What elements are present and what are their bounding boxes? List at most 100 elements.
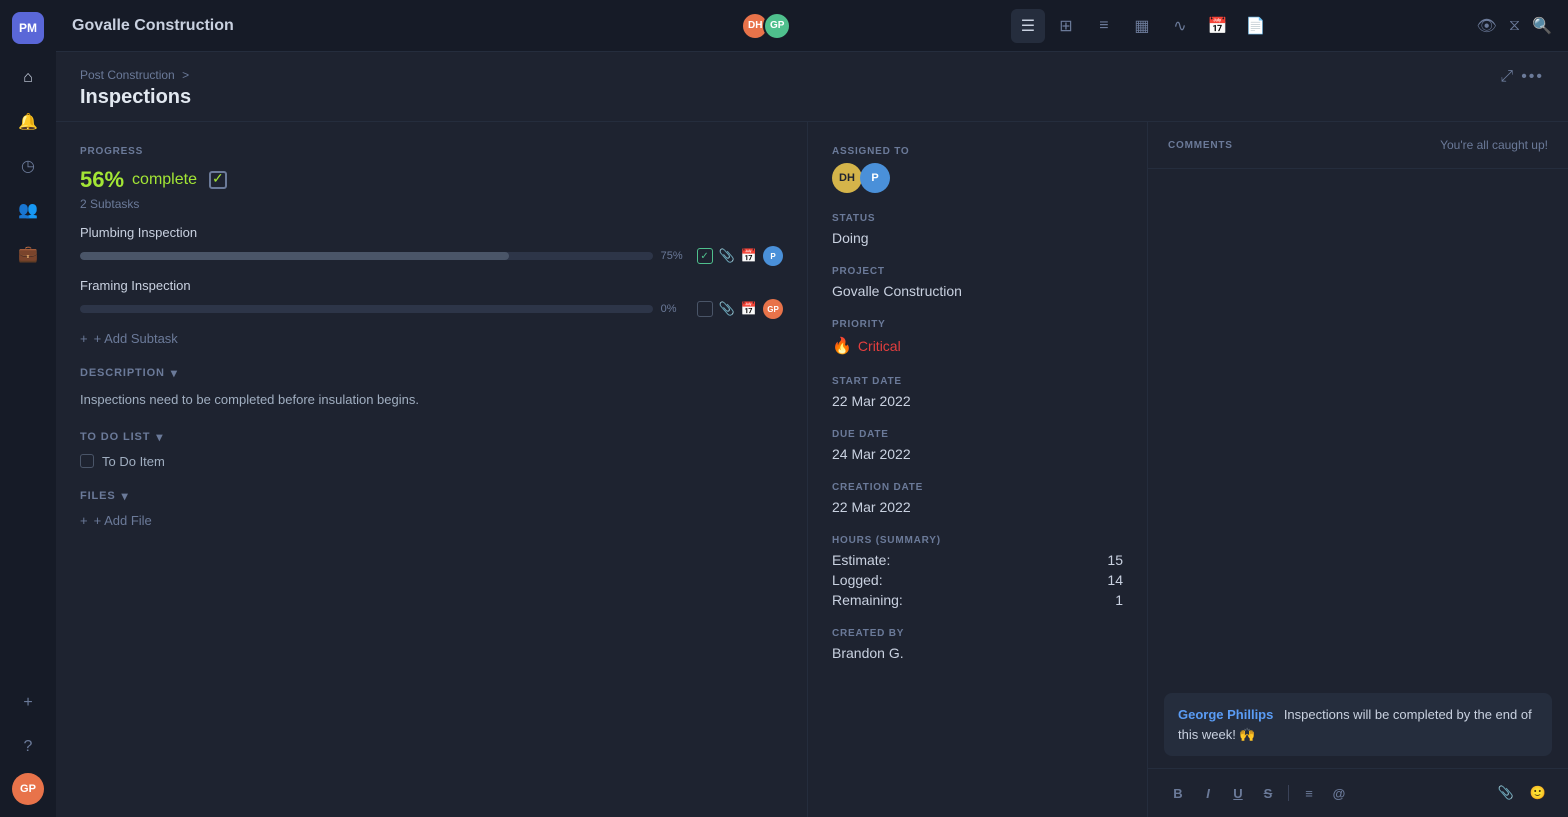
add-subtask-btn[interactable]: + + Add Subtask [80, 331, 783, 346]
priority-value: Critical [858, 338, 901, 354]
mention-btn[interactable]: @ [1325, 779, 1353, 807]
list-view-btn[interactable]: ☰ [1011, 9, 1045, 43]
subtask-item-framing: Framing Inspection 0% 📎 📅 GP [80, 278, 783, 319]
comment-toolbar-right: 📎 🙂 [1492, 779, 1552, 807]
comments-caught-up: You're all caught up! [1440, 138, 1548, 152]
sidebar-item-home[interactable]: ⌂ [10, 60, 46, 96]
subtask-icons-plumbing: ✓ 📎 📅 P [697, 246, 783, 266]
progress-percent: 56% [80, 167, 124, 193]
app-logo[interactable]: PM [12, 12, 44, 44]
comment-bubble: George Phillips Inspections will be comp… [1164, 693, 1552, 756]
subtask-attach-icon-plumbing[interactable]: 📎 [719, 248, 735, 264]
progress-label: PROGRESS [80, 146, 783, 157]
creation-date-label: CREATION DATE [832, 482, 1123, 493]
assignee-avatar-dh[interactable]: DH [832, 163, 862, 193]
subtask-name-plumbing: Plumbing Inspection [80, 225, 783, 240]
meta-due-date: DUE DATE 24 Mar 2022 [832, 429, 1123, 462]
files-header[interactable]: FILES ▾ [80, 489, 783, 503]
comments-body [1148, 169, 1568, 693]
todo-item-text: To Do Item [102, 454, 165, 469]
chart-view-btn[interactable]: ∿ [1163, 9, 1197, 43]
progress-checkbox[interactable] [209, 171, 227, 189]
hours-estimate-label: Estimate: [832, 552, 890, 568]
doc-view-btn[interactable]: 📄 [1239, 9, 1273, 43]
todo-item: To Do Item [80, 454, 783, 469]
page-header-actions: ⤢ ••• [1500, 68, 1544, 86]
list-btn[interactable]: ≡ [1295, 779, 1323, 807]
comments-footer: B I U S ≡ @ 📎 🙂 [1148, 768, 1568, 817]
emoji-btn[interactable]: 🙂 [1524, 779, 1552, 807]
topbar: Govalle Construction DH GP ☰ ⊞ ≡ ▦ ∿ 📅 📄… [56, 0, 1568, 52]
filter-icon-btn[interactable]: ⧖ [1509, 17, 1520, 35]
hours-estimate-value: 15 [1107, 552, 1123, 568]
add-file-btn[interactable]: + + Add File [80, 513, 783, 528]
italic-btn[interactable]: I [1194, 779, 1222, 807]
hours-remaining-value: 1 [1115, 592, 1123, 608]
panel-right: COMMENTS You're all caught up! George Ph… [1148, 122, 1568, 817]
meta-project: PROJECT Govalle Construction [832, 266, 1123, 299]
subtask-check-framing[interactable] [697, 301, 713, 317]
add-subtask-icon: + [80, 331, 88, 346]
description-header[interactable]: DESCRIPTION ▾ [80, 366, 783, 380]
hours-remaining-row: Remaining: 1 [832, 592, 1123, 608]
sidebar-item-add[interactable]: + [10, 685, 46, 721]
calendar-view-btn[interactable]: 📅 [1201, 9, 1235, 43]
assignee-avatar-p[interactable]: P [860, 163, 890, 193]
topbar-title: Govalle Construction [72, 17, 741, 35]
subtask-pct-framing: 0% [661, 303, 689, 315]
panels: PROGRESS 56% complete 2 Subtasks Plumbin… [56, 122, 1568, 817]
eye-icon-btn[interactable]: 👁 [1477, 16, 1497, 36]
creation-date-value: 22 Mar 2022 [832, 499, 1123, 515]
subtask-attach-icon-framing[interactable]: 📎 [719, 301, 735, 317]
due-date-value: 24 Mar 2022 [832, 446, 1123, 462]
topbar-avatar-gp[interactable]: GP [763, 12, 791, 40]
search-icon-btn[interactable]: 🔍 [1532, 16, 1552, 36]
attach-btn[interactable]: 📎 [1492, 779, 1520, 807]
todo-section: TO DO LIST ▾ To Do Item [80, 430, 783, 469]
subtask-bar-row-plumbing: 75% ✓ 📎 📅 P [80, 246, 783, 266]
subtask-bar-bg-framing [80, 305, 653, 313]
bold-btn[interactable]: B [1164, 779, 1192, 807]
assigned-avatars: DH P [832, 163, 1123, 193]
more-options-icon[interactable]: ••• [1521, 68, 1544, 86]
sidebar-item-users[interactable]: 👥 [10, 192, 46, 228]
comment-author: George Phillips [1178, 707, 1273, 722]
page-header: Post Construction > Inspections ⤢ ••• [56, 52, 1568, 122]
description-section: DESCRIPTION ▾ Inspections need to be com… [80, 366, 783, 410]
strikethrough-btn[interactable]: S [1254, 779, 1282, 807]
subtasks-count: 2 Subtasks [80, 197, 783, 211]
meta-priority: PRIORITY 🔥 Critical [832, 319, 1123, 356]
todo-header[interactable]: TO DO LIST ▾ [80, 430, 783, 444]
table-view-btn[interactable]: ▦ [1125, 9, 1159, 43]
hours-logged-value: 14 [1107, 572, 1123, 588]
subtask-calendar-icon-framing[interactable]: 📅 [741, 301, 757, 317]
sidebar-item-help[interactable]: ? [10, 729, 46, 765]
todo-checkbox[interactable] [80, 454, 94, 468]
subtask-calendar-icon-plumbing[interactable]: 📅 [741, 248, 757, 264]
subtask-bar-fill-plumbing [80, 252, 509, 260]
created-by-value: Brandon G. [832, 645, 1123, 661]
sidebar-item-recents[interactable]: ◷ [10, 148, 46, 184]
content-area: Post Construction > Inspections ⤢ ••• PR… [56, 52, 1568, 817]
subtask-check-plumbing[interactable]: ✓ [697, 248, 713, 264]
sidebar: PM ⌂ 🔔 ◷ 👥 💼 + ? GP [0, 0, 56, 817]
hours-logged-row: Logged: 14 [832, 572, 1123, 588]
board-view-btn[interactable]: ⊞ [1049, 9, 1083, 43]
subtask-bar-bg-plumbing [80, 252, 653, 260]
meta-assigned: ASSIGNED TO DH P [832, 146, 1123, 193]
breadcrumb: Post Construction > [80, 68, 193, 82]
subtask-icons-framing: 📎 📅 GP [697, 299, 783, 319]
subtask-name-framing: Framing Inspection [80, 278, 783, 293]
toolbar-sep [1288, 785, 1289, 801]
expand-icon[interactable]: ⤢ [1500, 68, 1513, 86]
align-view-btn[interactable]: ≡ [1087, 9, 1121, 43]
subtask-pct-plumbing: 75% [661, 250, 689, 262]
sidebar-item-notifications[interactable]: 🔔 [10, 104, 46, 140]
sidebar-item-projects[interactable]: 💼 [10, 236, 46, 272]
sidebar-user-avatar[interactable]: GP [12, 773, 44, 805]
description-arrow: ▾ [171, 366, 178, 380]
meta-start-date: START DATE 22 Mar 2022 [832, 376, 1123, 409]
hours-label: HOURS (SUMMARY) [832, 535, 1123, 546]
underline-btn[interactable]: U [1224, 779, 1252, 807]
progress-row: 56% complete [80, 167, 783, 193]
